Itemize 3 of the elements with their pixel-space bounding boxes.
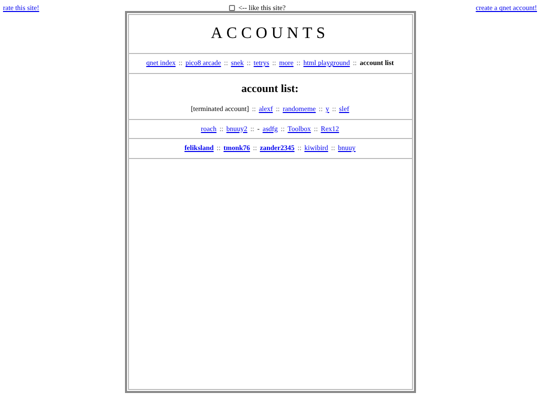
page-title: ACCOUNTS <box>128 15 412 54</box>
like-checkbox[interactable] <box>229 5 236 12</box>
section-heading: account list: <box>240 82 300 96</box>
